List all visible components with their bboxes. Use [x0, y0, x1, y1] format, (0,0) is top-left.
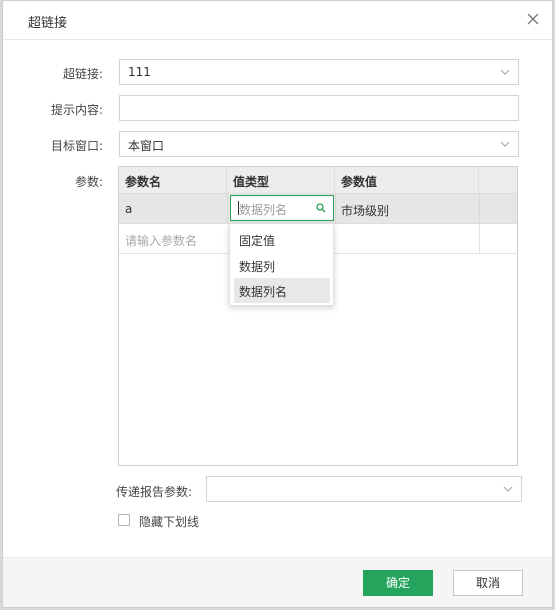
column-header-extra: [479, 167, 517, 194]
tooltip-input[interactable]: [119, 95, 519, 121]
hyperlink-value: 111: [128, 65, 151, 79]
target-window-value: 本窗口: [128, 139, 165, 153]
chevron-down-icon: [503, 486, 513, 492]
value-type-search-placeholder: 数据列名: [239, 203, 288, 217]
new-row-extra-cell: [479, 224, 518, 253]
value-type-dropdown: 固定值 数据列 数据列名: [229, 223, 334, 306]
column-header-param-name: 参数名: [119, 167, 227, 194]
option-data-column[interactable]: 数据列: [234, 253, 330, 278]
hyperlink-label: 超链接:: [62, 67, 103, 81]
param-name-text: a: [125, 202, 133, 216]
hide-underline-checkbox[interactable]: [118, 514, 130, 526]
dialog-header: 超链接: [3, 1, 552, 40]
option-data-column-name[interactable]: 数据列名: [234, 278, 330, 303]
cancel-button[interactable]: 取消: [453, 570, 523, 596]
pass-report-params-select[interactable]: [206, 476, 522, 502]
new-param-placeholder: 请输入参数名: [125, 234, 198, 248]
value-type-search-input[interactable]: 数据列名: [230, 195, 334, 221]
column-header-param-value: 参数值: [335, 167, 479, 194]
chevron-down-icon: [500, 141, 510, 147]
target-window-select[interactable]: 本窗口: [119, 131, 519, 157]
dialog-title: 超链接: [28, 16, 68, 31]
search-icon: [316, 203, 326, 213]
ok-button[interactable]: 确定: [363, 570, 433, 596]
pass-report-params-label: 传递报告参数:: [115, 485, 192, 499]
dialog-footer: 确定 取消: [3, 557, 552, 607]
param-value-text: 市场级别: [341, 204, 390, 218]
param-value-cell[interactable]: 市场级别: [335, 194, 480, 223]
close-icon[interactable]: [526, 12, 540, 26]
option-fixed-value[interactable]: 固定值: [234, 227, 330, 252]
new-param-name-input[interactable]: 请输入参数名: [119, 224, 227, 253]
column-header-value-type: 值类型: [227, 167, 335, 194]
tooltip-label: 提示内容:: [50, 103, 103, 117]
hyperlink-select[interactable]: 111: [119, 59, 519, 85]
chevron-down-icon: [500, 69, 510, 75]
params-label: 参数:: [74, 175, 103, 189]
param-name-cell[interactable]: a: [119, 194, 228, 223]
hide-underline-label: 隐藏下划线: [139, 515, 200, 529]
target-window-label: 目标窗口:: [50, 139, 103, 153]
